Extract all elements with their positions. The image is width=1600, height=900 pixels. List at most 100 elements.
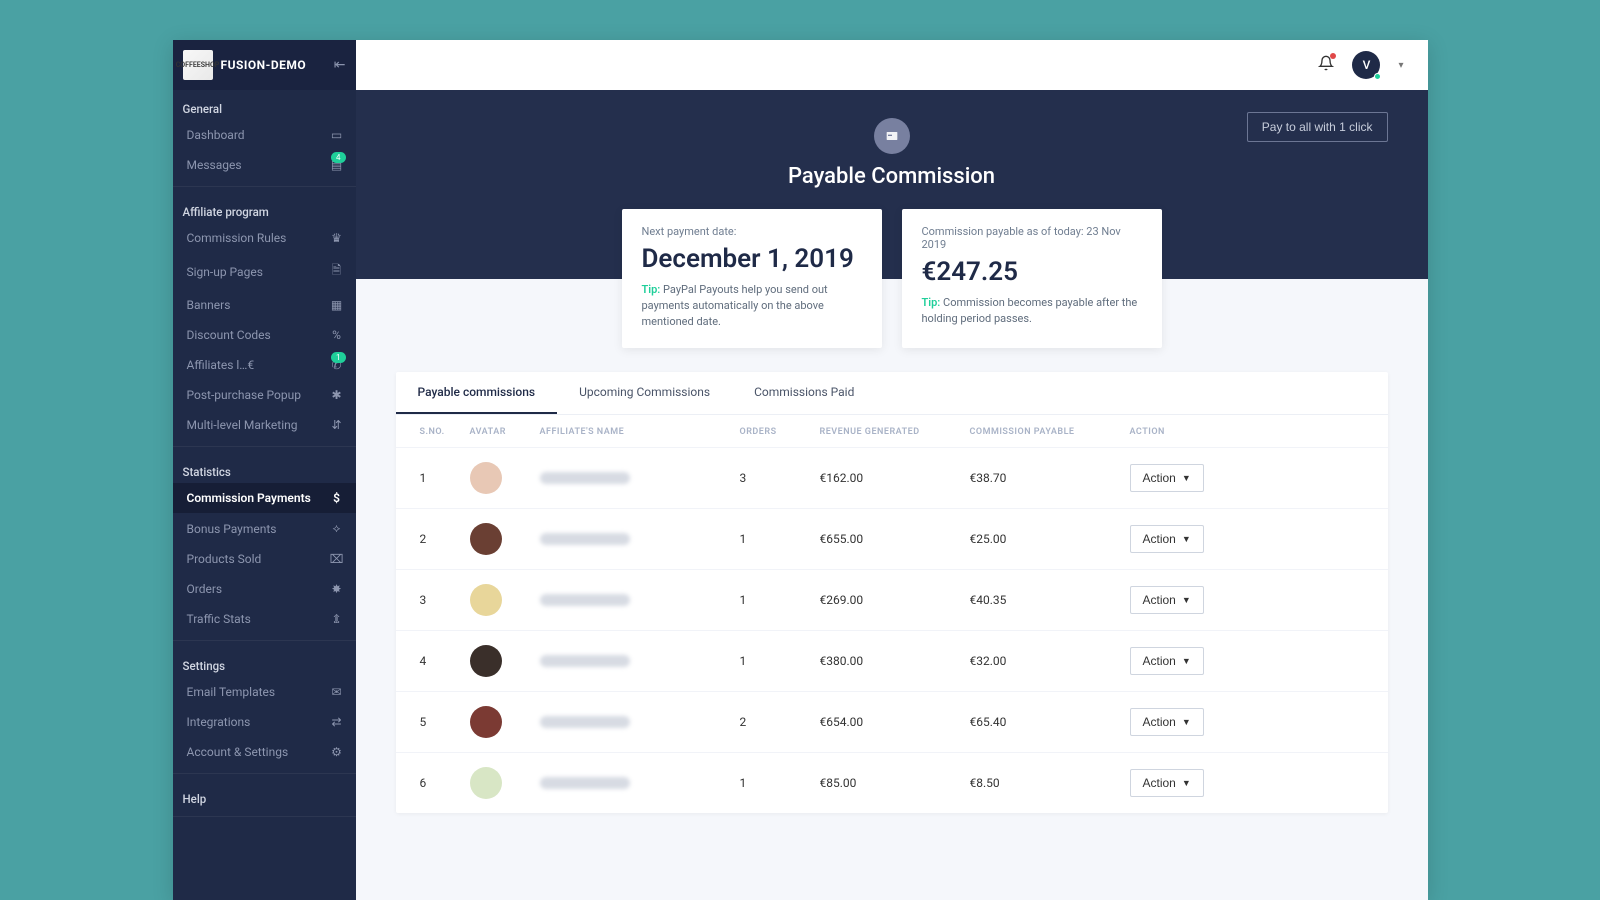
col-avatar: AVATAR: [470, 427, 540, 437]
row-action-button[interactable]: Action ▼: [1130, 586, 1204, 614]
sidebar-item[interactable]: Dashboard ▭: [173, 120, 356, 150]
sidebar-header: COFFEESHOP FUSION-DEMO ⇤: [173, 40, 356, 90]
affiliate-name-blurred: [540, 533, 630, 545]
sidebar-item[interactable]: Banners ▦: [173, 290, 356, 320]
user-avatar[interactable]: V: [1352, 51, 1380, 79]
sidebar-item-icon: ⟡: [328, 521, 346, 536]
cell-revenue: €162.00: [820, 471, 970, 485]
avatar-letter: V: [1363, 58, 1371, 72]
cell-commission: €40.35: [970, 593, 1130, 607]
sidebar-item-icon: ♛: [328, 231, 346, 245]
sidebar-item-label: Sign-up Pages: [187, 265, 328, 279]
card-label: Next payment date:: [642, 225, 862, 238]
cell-commission: €8.50: [970, 776, 1130, 790]
table-header: S.NO. AVATAR AFFILIATE'S NAME ORDERS REV…: [396, 415, 1388, 447]
caret-down-icon: ▼: [1182, 717, 1191, 727]
card-tip: Tip: Commission becomes payable after th…: [922, 295, 1142, 327]
sidebar-item[interactable]: Messages ▤4: [173, 150, 356, 180]
tab[interactable]: Payable commissions: [396, 372, 558, 414]
avatar: [470, 462, 502, 494]
avatar: [470, 645, 502, 677]
cell-commission: €25.00: [970, 532, 1130, 546]
sidebar-section-title: Statistics: [173, 453, 356, 483]
sidebar-badge: 4: [331, 152, 346, 163]
tab[interactable]: Commissions Paid: [732, 372, 876, 414]
sidebar-section-title: General: [173, 90, 356, 120]
sidebar-item-icon: ✉: [328, 685, 346, 699]
sidebar-section-title: Help: [173, 780, 356, 810]
cell-sno: 1: [420, 471, 470, 485]
sidebar-item[interactable]: Commission Payments $: [173, 483, 356, 513]
row-action-button[interactable]: Action ▼: [1130, 708, 1204, 736]
col-sno: S.NO.: [420, 427, 470, 437]
row-action-button[interactable]: Action ▼: [1130, 464, 1204, 492]
cell-sno: 6: [420, 776, 470, 790]
sidebar-item-label: Products Sold: [187, 552, 328, 566]
col-name: AFFILIATE'S NAME: [540, 427, 740, 437]
cell-sno: 4: [420, 654, 470, 668]
sidebar-item-label: Bonus Payments: [187, 522, 328, 536]
cell-orders: 1: [740, 532, 820, 546]
sidebar-item[interactable]: Traffic Stats ⇭: [173, 604, 356, 634]
affiliate-name-blurred: [540, 777, 630, 789]
affiliate-name-blurred: [540, 655, 630, 667]
sidebar-item[interactable]: Bonus Payments ⟡: [173, 513, 356, 544]
table-row: 2 1 €655.00 €25.00 Action ▼: [396, 508, 1388, 569]
sidebar-collapse-icon[interactable]: ⇤: [334, 57, 346, 73]
cell-revenue: €85.00: [820, 776, 970, 790]
caret-down-icon: ▼: [1182, 534, 1191, 544]
affiliate-name-blurred: [540, 716, 630, 728]
sidebar-item[interactable]: Multi-level Marketing ⇵: [173, 410, 356, 440]
topbar: V ▾: [356, 40, 1428, 90]
card-label: Commission payable as of today: 23 Nov 2…: [922, 225, 1142, 251]
table-row: 1 3 €162.00 €38.70 Action ▼: [396, 447, 1388, 508]
cell-orders: 3: [740, 471, 820, 485]
sidebar-item[interactable]: Account & Settings ⚙: [173, 737, 356, 767]
row-action-button[interactable]: Action ▼: [1130, 769, 1204, 797]
sidebar-item[interactable]: Orders ✸: [173, 574, 356, 604]
pay-all-button[interactable]: Pay to all with 1 click: [1247, 112, 1388, 142]
sidebar-item[interactable]: Post-purchase Popup ✱: [173, 380, 356, 410]
avatar: [470, 767, 502, 799]
sidebar-item[interactable]: Discount Codes %: [173, 320, 356, 350]
cell-orders: 1: [740, 654, 820, 668]
sidebar-item-icon: ⇵: [328, 418, 346, 432]
affiliate-name-blurred: [540, 472, 630, 484]
cell-sno: 5: [420, 715, 470, 729]
sidebar-item-icon: ⇭: [328, 612, 346, 626]
sidebar-item[interactable]: Integrations ⇄: [173, 707, 356, 737]
tab[interactable]: Upcoming Commissions: [557, 372, 732, 414]
cell-commission: €38.70: [970, 471, 1130, 485]
affiliate-name-blurred: [540, 594, 630, 606]
sidebar-item-label: Post-purchase Popup: [187, 388, 328, 402]
row-action-button[interactable]: Action ▼: [1130, 647, 1204, 675]
sidebar-item[interactable]: Commission Rules ♛: [173, 223, 356, 253]
avatar: [470, 523, 502, 555]
card-tip: Tip: PayPal Payouts help you send out pa…: [642, 282, 862, 330]
row-action-button[interactable]: Action ▼: [1130, 525, 1204, 553]
cell-revenue: €655.00: [820, 532, 970, 546]
brand-name: FUSION-DEMO: [221, 58, 307, 72]
table-row: 3 1 €269.00 €40.35 Action ▼: [396, 569, 1388, 630]
cell-orders: 1: [740, 776, 820, 790]
sidebar-item-label: Account & Settings: [187, 745, 328, 759]
table-row: 5 2 €654.00 €65.40 Action ▼: [396, 691, 1388, 752]
sidebar-item-label: Integrations: [187, 715, 328, 729]
sidebar-item[interactable]: Products Sold ⌧: [173, 544, 356, 574]
sidebar-item-label: Email Templates: [187, 685, 328, 699]
main-content: V ▾ Pay to all with 1 click Payable Comm…: [356, 40, 1428, 900]
logo-icon: COFFEESHOP: [183, 50, 213, 80]
summary-cards: Next payment date: December 1, 2019 Tip:…: [356, 209, 1428, 348]
sidebar-item[interactable]: Affiliates l…€ ✆1: [173, 350, 356, 380]
sidebar-item[interactable]: Sign-up Pages 🗎: [173, 253, 356, 290]
sidebar-item-label: Commission Rules: [187, 231, 328, 245]
sidebar-item[interactable]: Email Templates ✉: [173, 677, 356, 707]
notification-bell-icon[interactable]: [1318, 55, 1334, 75]
notification-dot-icon: [1330, 53, 1336, 59]
card-value: December 1, 2019: [642, 244, 862, 274]
sidebar-item-icon: ▦: [328, 298, 346, 312]
panel-tabs: Payable commissionsUpcoming CommissionsC…: [396, 372, 1388, 415]
col-revenue: REVENUE GENERATED: [820, 427, 970, 437]
summary-card: Next payment date: December 1, 2019 Tip:…: [622, 209, 882, 348]
user-menu-caret-icon[interactable]: ▾: [1398, 60, 1403, 71]
